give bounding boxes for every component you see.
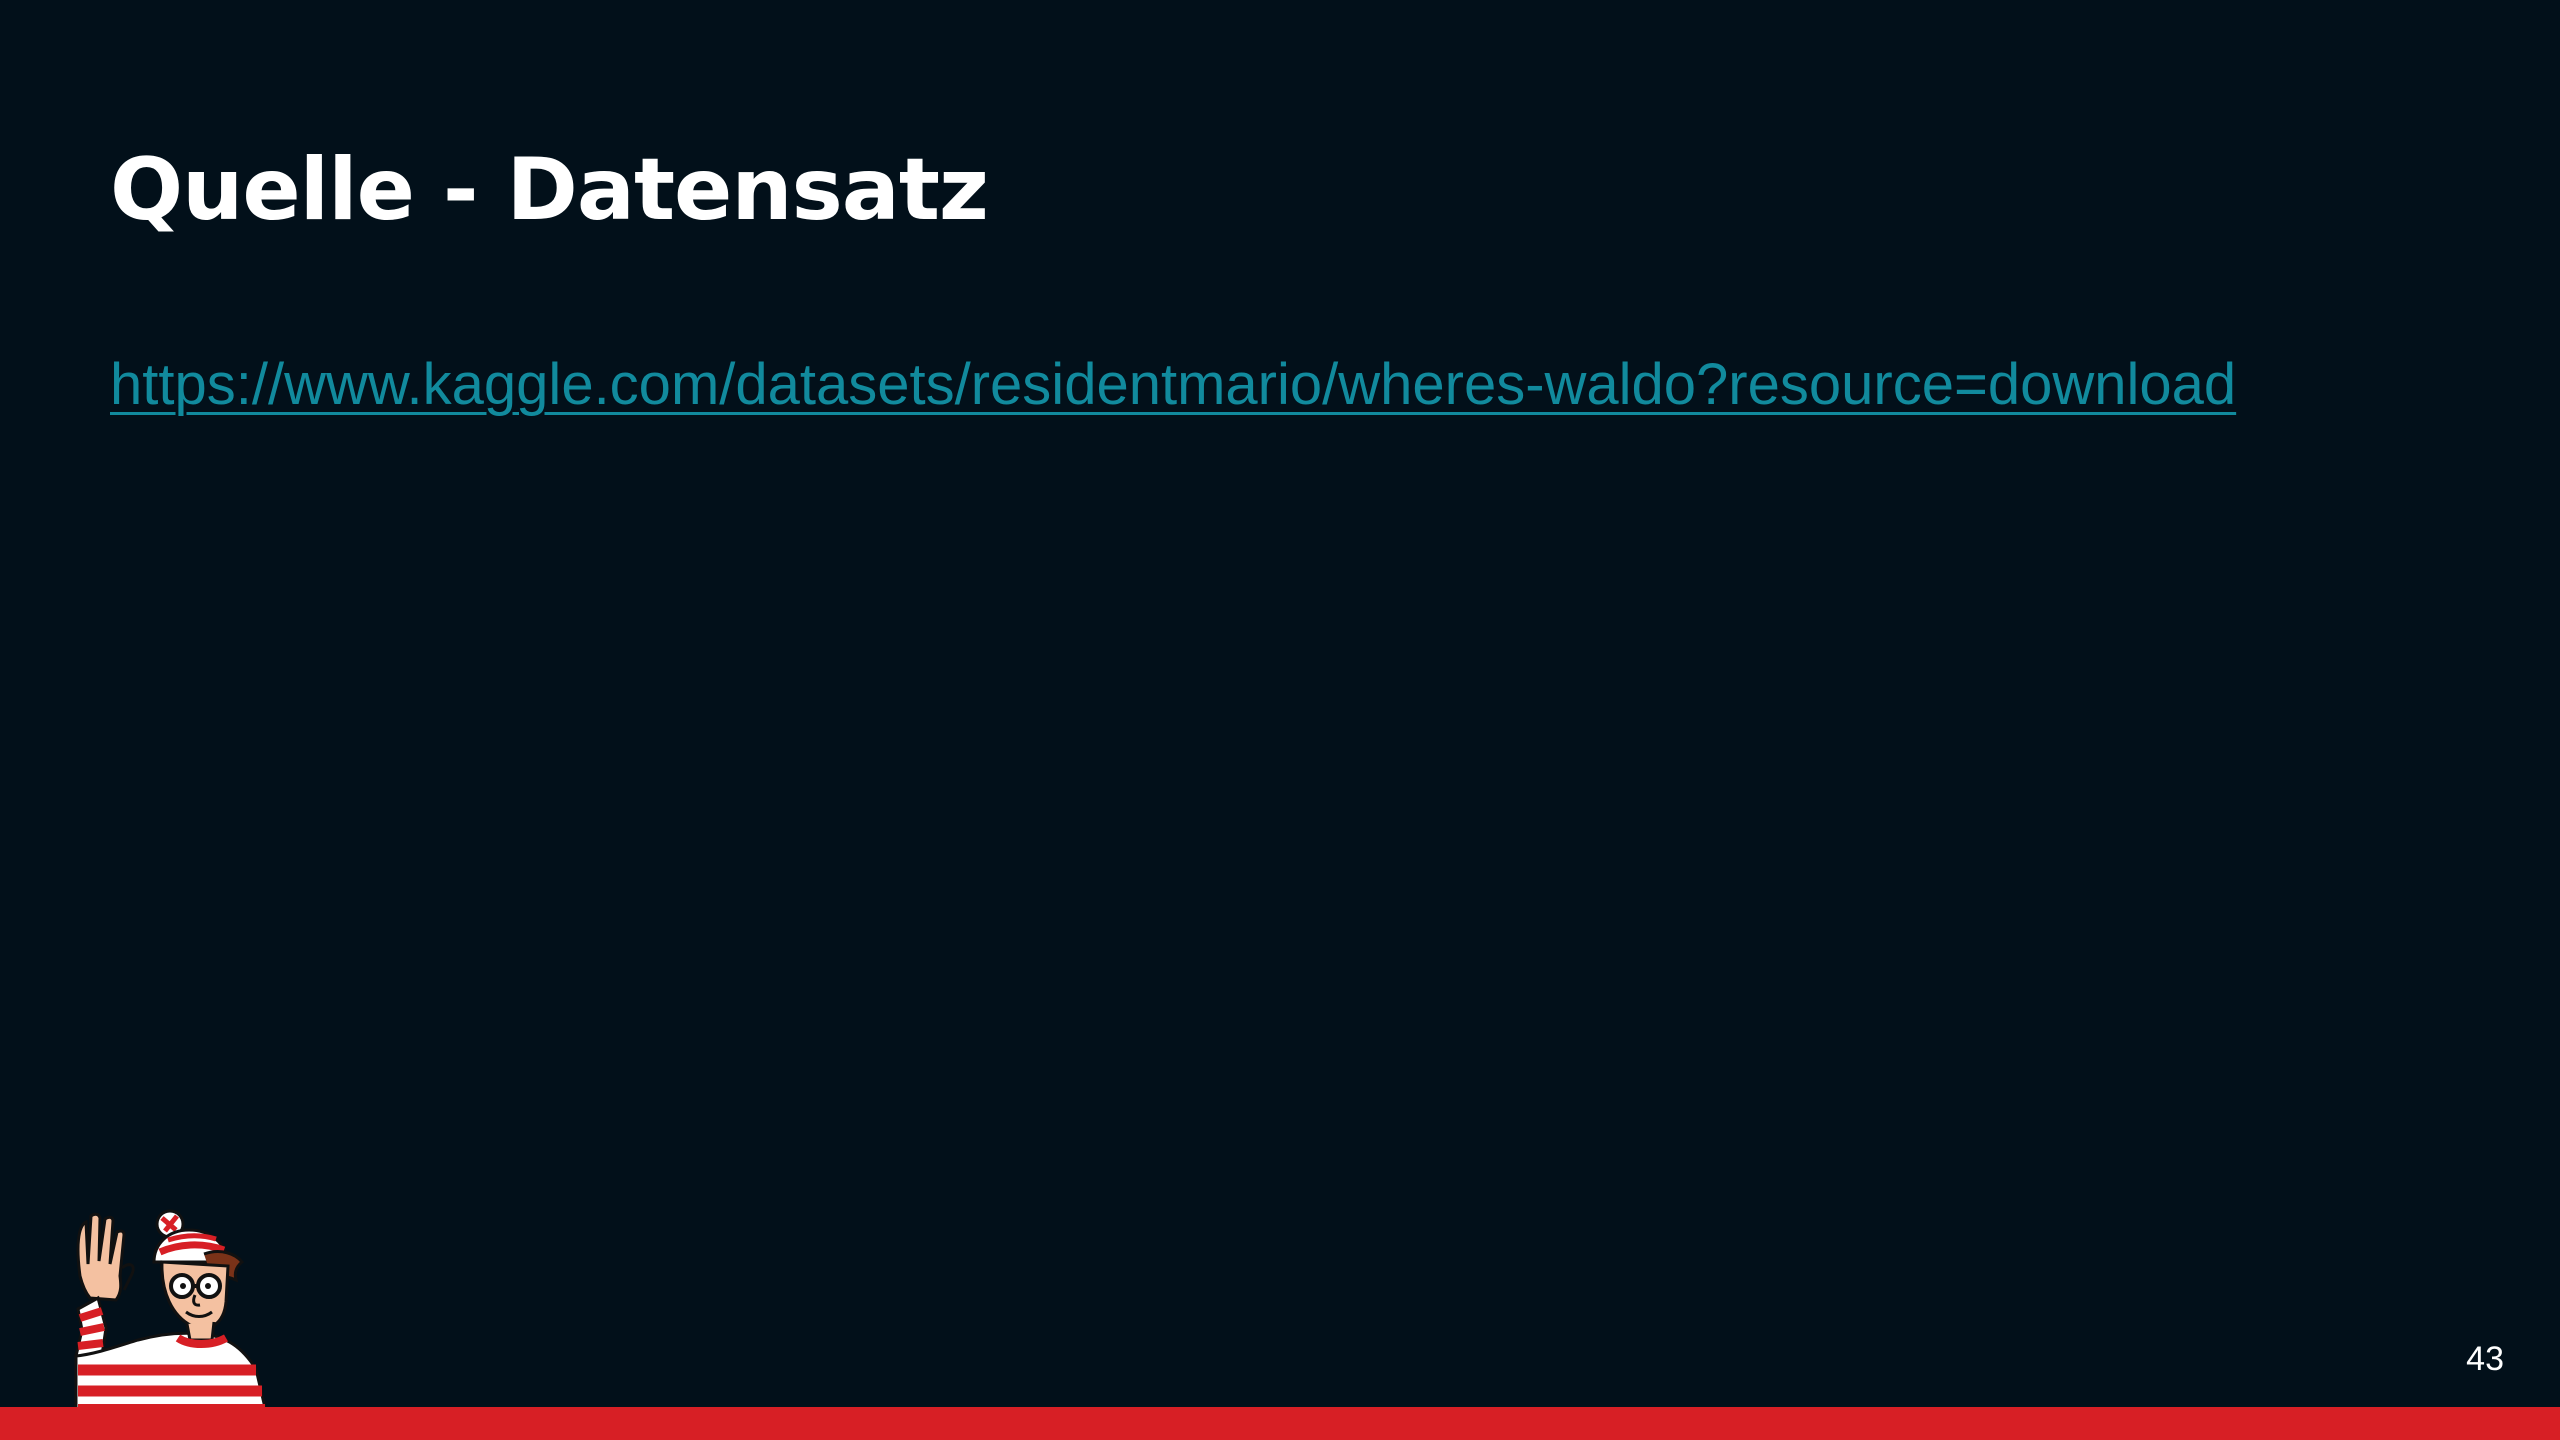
page-number: 43 [2466, 1340, 2504, 1378]
dataset-link[interactable]: https://www.kaggle.com/datasets/resident… [110, 340, 2410, 430]
footer-accent-bar [0, 1407, 2560, 1440]
slide: Quelle - Datensatz https://www.kaggle.co… [0, 0, 2560, 1440]
waldo-waving-icon [74, 1209, 268, 1412]
slide-title: Quelle - Datensatz [110, 140, 989, 240]
